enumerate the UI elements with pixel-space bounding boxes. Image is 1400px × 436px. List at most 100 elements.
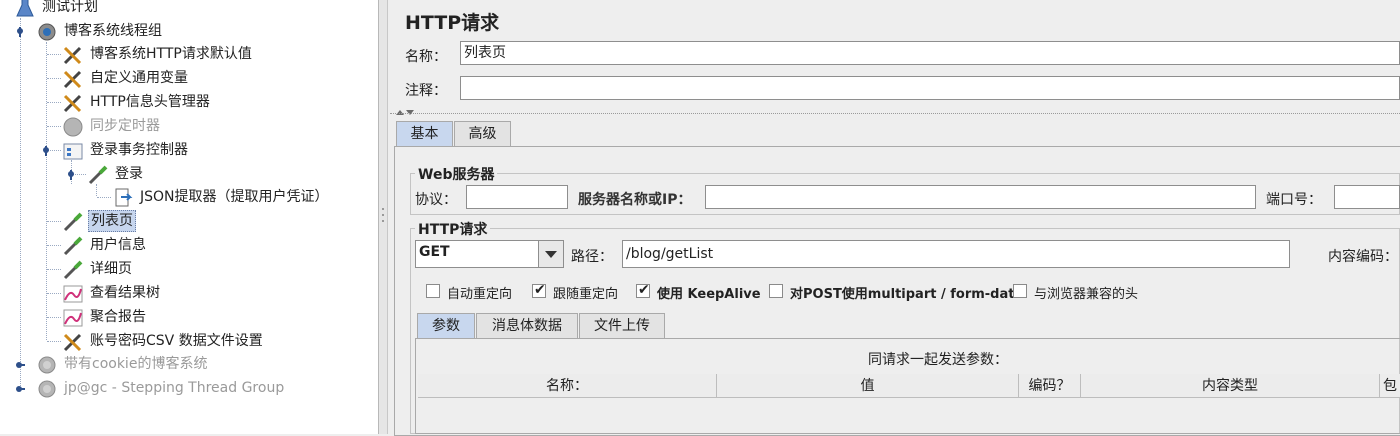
column-encode[interactable]: 编码？ bbox=[1019, 374, 1081, 398]
gear-icon bbox=[38, 23, 56, 41]
divider bbox=[390, 113, 1400, 114]
tools-icon bbox=[63, 46, 82, 65]
tree-connector bbox=[47, 102, 61, 103]
graph-icon bbox=[63, 309, 83, 327]
port-input[interactable] bbox=[1334, 185, 1400, 209]
expand-handle-icon[interactable] bbox=[66, 170, 76, 180]
tree-connector bbox=[47, 221, 61, 222]
tab-files-upload[interactable]: 文件上传 bbox=[579, 313, 665, 339]
path-label: 路径： bbox=[571, 249, 613, 265]
tab-parameters[interactable]: 参数 bbox=[417, 313, 475, 339]
http-request-title: HTTP请求 bbox=[415, 219, 491, 239]
controller-icon bbox=[63, 143, 83, 160]
multipart-label: 对POST使用multipart / form-data bbox=[790, 287, 1024, 302]
chevron-down-icon bbox=[545, 251, 557, 258]
collapse-arrows-icon[interactable] bbox=[395, 107, 415, 117]
keepalive-checkbox[interactable]: ✔ bbox=[636, 282, 650, 298]
tree-connector bbox=[47, 293, 61, 294]
dropdown-button[interactable] bbox=[538, 241, 563, 267]
tree-connector bbox=[47, 126, 61, 127]
tree-label: 自定义通用变量 bbox=[90, 70, 188, 86]
multipart-checkbox[interactable] bbox=[769, 284, 783, 298]
tab-advanced[interactable]: 高级 bbox=[454, 121, 511, 147]
column-include[interactable]: 包 bbox=[1380, 374, 1400, 398]
checkmark-icon: ✔ bbox=[534, 282, 546, 298]
keepalive-label: 使用 KeepAlive bbox=[657, 287, 761, 302]
params-caption: 同请求一起发送参数： bbox=[868, 352, 1008, 368]
tree-connector bbox=[97, 197, 111, 198]
tab-basic[interactable]: 基本 bbox=[396, 121, 453, 147]
expand-handle-icon[interactable] bbox=[41, 146, 51, 156]
pipette-icon bbox=[63, 212, 83, 232]
tree-label: 账号密码CSV 数据文件设置 bbox=[90, 333, 263, 349]
protocol-label: 协议： bbox=[415, 192, 457, 208]
flask-icon bbox=[16, 0, 34, 17]
collapsed-handle-icon[interactable] bbox=[15, 360, 25, 370]
tree-label: 同步定时器 bbox=[90, 118, 160, 134]
collapsed-handle-icon[interactable] bbox=[15, 384, 25, 394]
column-content-type[interactable]: 内容类型 bbox=[1081, 374, 1380, 398]
follow-redirect-checkbox[interactable]: ✔ bbox=[532, 282, 546, 298]
checkmark-icon: ✔ bbox=[638, 282, 650, 298]
tree-connector bbox=[47, 78, 61, 79]
tools-icon bbox=[63, 94, 82, 113]
http-request-panel: HTTP请求 名称： 列表页 注释： 基本 高级 Web服务器 协议： 服务器名… bbox=[390, 0, 1400, 436]
name-input[interactable]: 列表页 bbox=[460, 41, 1400, 65]
gear-icon bbox=[38, 380, 56, 398]
tree-label: 详细页 bbox=[90, 261, 132, 277]
tree-label: HTTP信息头管理器 bbox=[90, 94, 210, 110]
path-input[interactable]: /blog/getList bbox=[622, 240, 1290, 268]
splitter-grip bbox=[382, 220, 384, 222]
server-input[interactable] bbox=[705, 185, 1256, 209]
tree-label: jp@gc - Stepping Thread Group bbox=[64, 380, 285, 396]
server-label: 服务器名称或IP： bbox=[578, 192, 692, 208]
tools-icon bbox=[63, 333, 82, 352]
tree-label: 登录事务控制器 bbox=[90, 142, 188, 158]
method-select[interactable]: GET bbox=[415, 240, 564, 268]
tree-connector bbox=[47, 317, 61, 318]
splitter-grip bbox=[382, 214, 384, 216]
tree-label: 聚合报告 bbox=[90, 309, 146, 325]
column-name[interactable]: 名称： bbox=[418, 374, 717, 398]
tab-body-data[interactable]: 消息体数据 bbox=[476, 313, 578, 339]
tree-label: 登录 bbox=[115, 166, 143, 182]
tree-connector bbox=[47, 245, 61, 246]
tree-label: 用户信息 bbox=[90, 237, 146, 253]
document-arrow-icon bbox=[115, 188, 133, 207]
tree-connector bbox=[47, 341, 61, 342]
tree-connector bbox=[20, 18, 21, 388]
tree-connector bbox=[46, 42, 47, 340]
tree-label: 查看结果树 bbox=[90, 285, 160, 301]
tools-icon bbox=[63, 70, 82, 89]
auto-redirect-label: 自动重定向 bbox=[447, 287, 513, 302]
pipette-icon bbox=[63, 236, 83, 256]
column-value[interactable]: 值 bbox=[717, 374, 1019, 398]
port-label: 端口号： bbox=[1266, 192, 1322, 208]
browser-headers-label: 与浏览器兼容的头 bbox=[1034, 287, 1139, 302]
follow-redirect-label: 跟随重定向 bbox=[553, 287, 619, 302]
comment-label: 注释： bbox=[405, 83, 447, 99]
timer-icon bbox=[63, 117, 83, 137]
panel-title: HTTP请求 bbox=[405, 12, 500, 34]
tree-label: 博客系统HTTP请求默认值 bbox=[90, 46, 252, 62]
browser-headers-checkbox[interactable] bbox=[1013, 284, 1027, 298]
pipette-icon bbox=[88, 165, 108, 185]
pane-splitter[interactable] bbox=[378, 0, 388, 434]
tree-label: 列表页 bbox=[88, 210, 136, 232]
test-plan-tree[interactable]: 测试计划 博客系统线程组 博客系统HTTP请求默认值 自定义通用变量 HTTP信… bbox=[0, 0, 378, 434]
expand-handle-icon[interactable] bbox=[15, 27, 25, 37]
tree-label: 测试计划 bbox=[42, 0, 98, 15]
pipette-icon bbox=[63, 260, 83, 280]
name-label: 名称： bbox=[405, 49, 447, 65]
tree-label: JSON提取器（提取用户凭证） bbox=[140, 189, 329, 205]
tree-label: 带有cookie的博客系统 bbox=[64, 356, 208, 372]
protocol-input[interactable] bbox=[466, 185, 568, 209]
web-server-title: Web服务器 bbox=[415, 164, 498, 184]
tree-label: 博客系统线程组 bbox=[64, 23, 162, 39]
tree-connector bbox=[47, 54, 61, 55]
comment-input[interactable] bbox=[460, 76, 1400, 100]
auto-redirect-checkbox[interactable] bbox=[426, 284, 440, 298]
graph-icon bbox=[63, 285, 83, 303]
encoding-label: 内容编码： bbox=[1328, 249, 1398, 265]
splitter-grip bbox=[382, 208, 384, 210]
